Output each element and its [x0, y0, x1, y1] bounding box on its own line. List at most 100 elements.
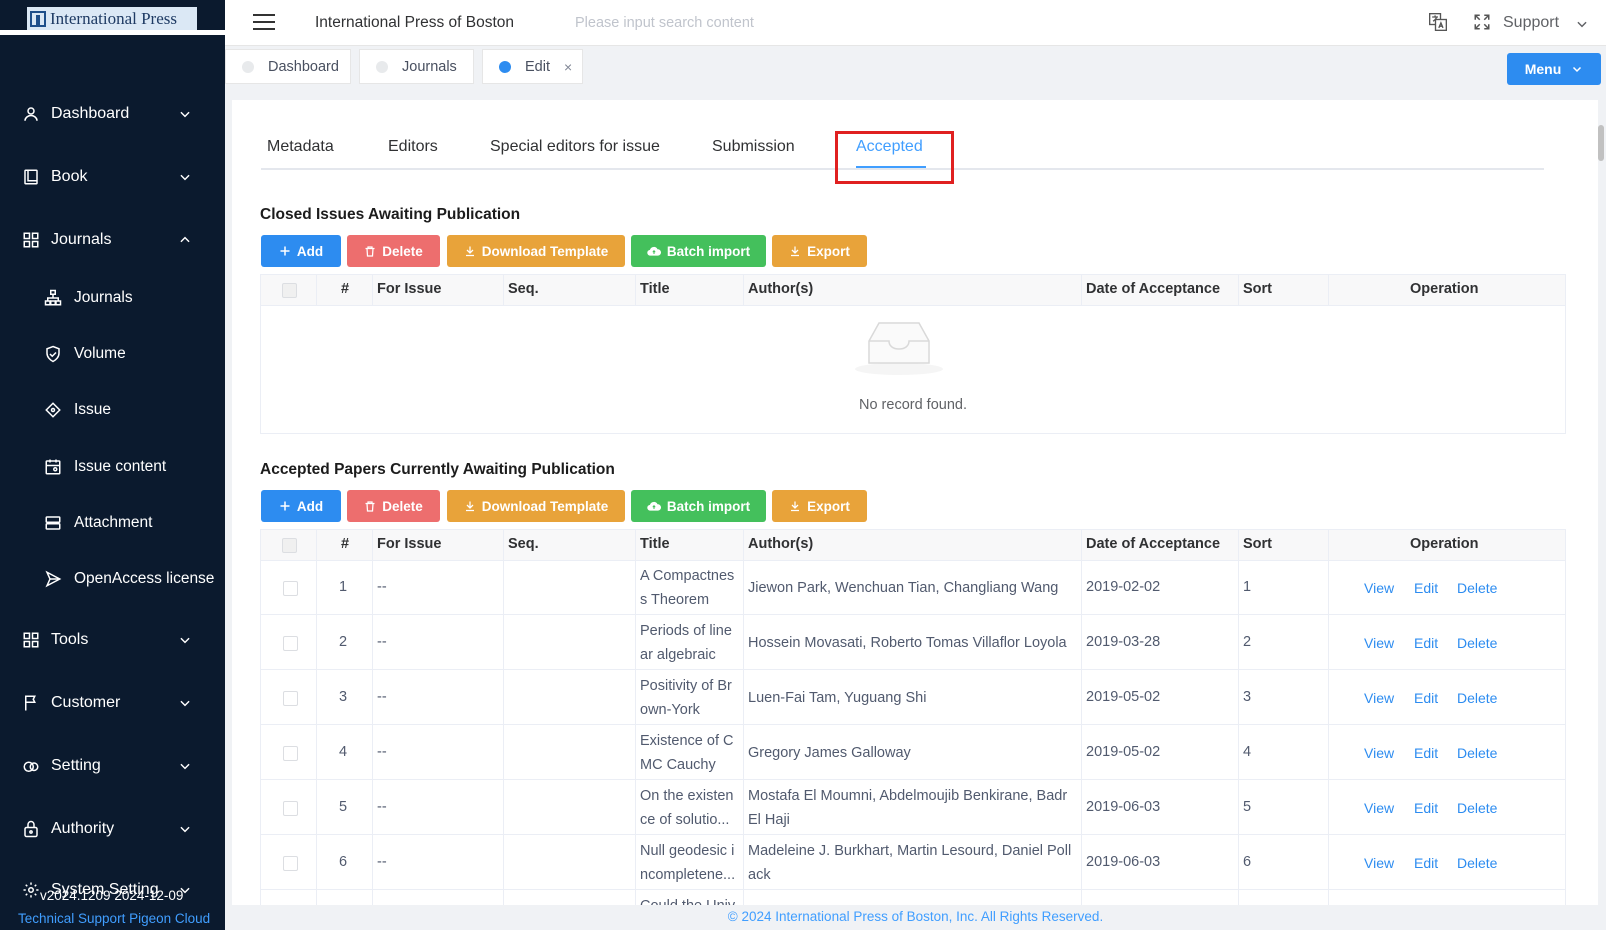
sidebar-item-journals[interactable]: Journals: [0, 220, 225, 260]
row-checkbox[interactable]: [283, 801, 298, 816]
chevron-down-icon[interactable]: [1575, 17, 1589, 31]
cell-for-issue: --: [377, 579, 387, 595]
tag-dashboard[interactable]: Dashboard: [225, 49, 351, 84]
support-dropdown[interactable]: Support: [1503, 14, 1559, 32]
delete-link[interactable]: Delete: [1457, 800, 1497, 816]
export-button[interactable]: Export: [772, 490, 867, 522]
sidebar-item-label: Dashboard: [51, 105, 130, 122]
cell-sort: 4: [1243, 744, 1252, 760]
sidebar-subitem-label: OpenAccess license: [74, 570, 215, 587]
delete-link[interactable]: Delete: [1457, 745, 1497, 761]
export-label: Export: [807, 498, 850, 514]
edit-link[interactable]: Edit: [1414, 580, 1438, 596]
sidebar-subitem-label: Issue content: [74, 458, 167, 475]
download-template-button[interactable]: Download Template: [447, 235, 625, 267]
cell-authors-text: Gregory James Galloway: [748, 745, 911, 761]
sidebar-subitem-attachment[interactable]: Attachment: [0, 503, 225, 543]
tech-support-link[interactable]: Technical Support Pigeon Cloud: [18, 911, 210, 926]
batch-import-label: Batch import: [666, 243, 751, 259]
column-divider: [1081, 275, 1082, 306]
view-link[interactable]: View: [1364, 690, 1394, 706]
top-header: International Press of Boston Support: [225, 0, 1606, 46]
view-link[interactable]: View: [1364, 580, 1394, 596]
edit-link[interactable]: Edit: [1414, 800, 1438, 816]
row-checkbox[interactable]: [283, 856, 298, 871]
cell-date: 2019-06-03: [1086, 799, 1161, 815]
menu-button-label: Menu: [1524, 61, 1562, 77]
sidebar-subitem-issue-content[interactable]: Issue content: [0, 447, 225, 487]
delete-link[interactable]: Delete: [1457, 690, 1497, 706]
sidebar-subitem-issue[interactable]: Issue: [0, 390, 225, 430]
row-checkbox[interactable]: [283, 691, 298, 706]
row-checkbox[interactable]: [283, 636, 298, 651]
sidebar-item-dashboard[interactable]: Dashboard: [0, 94, 225, 134]
sidebar-item-book[interactable]: Book: [0, 157, 225, 197]
edit-link[interactable]: Edit: [1414, 855, 1438, 871]
download-template-button[interactable]: Download Template: [447, 490, 625, 522]
view-link[interactable]: View: [1364, 745, 1394, 761]
add-button[interactable]: Add: [261, 490, 341, 522]
view-link[interactable]: View: [1364, 800, 1394, 816]
tags-bar: Dashboard Journals Edit × Menu: [225, 46, 1606, 91]
tag-edit[interactable]: Edit ×: [482, 49, 583, 84]
select-all-checkbox[interactable]: [282, 538, 297, 553]
sidebar-subitem-volume[interactable]: Volume: [0, 334, 225, 374]
cell-authors: Gregory James Galloway: [748, 729, 1074, 777]
row-checkbox[interactable]: [283, 581, 298, 596]
tag-dot-icon: [376, 60, 388, 73]
column-header-authors: Author(s): [748, 281, 814, 297]
table-row: 3 -- Positivity of Br own-York ma... Luen-F…: [261, 671, 1565, 725]
column-divider: [1081, 530, 1082, 905]
column-divider: [635, 530, 636, 905]
tag-journals[interactable]: Journals: [359, 49, 474, 84]
sidebar-item-setting[interactable]: Setting: [0, 746, 225, 786]
menu-button[interactable]: Menu: [1507, 53, 1601, 85]
fullscreen-icon[interactable]: [1473, 13, 1491, 31]
scrollbar-thumb[interactable]: [1598, 125, 1604, 161]
batch-import-button[interactable]: Batch import: [631, 490, 766, 522]
sidebar-subitem-journals[interactable]: Journals: [0, 278, 225, 318]
batch-import-button[interactable]: Batch import: [631, 235, 766, 267]
hamburger-menu-icon[interactable]: [253, 14, 275, 31]
tab-submission[interactable]: Submission: [712, 138, 795, 156]
search-input[interactable]: [575, 12, 975, 34]
cell-title: On the existen ce of solutio...: [640, 788, 734, 828]
tab-special-editors[interactable]: Special editors for issue: [490, 138, 660, 156]
logo[interactable]: International Press: [27, 7, 197, 30]
chevron-down-icon: [180, 174, 190, 181]
section-title-accepted-papers: Accepted Papers Currently Awaiting Publi…: [260, 461, 615, 478]
cell-authors: Jiewon Park, Wenchuan Tian, Changliang W…: [748, 564, 1074, 612]
edit-link[interactable]: Edit: [1414, 745, 1438, 761]
select-all-checkbox[interactable]: [282, 283, 297, 298]
cell-sort: 5: [1243, 799, 1252, 815]
sidebar-item-customer[interactable]: Customer: [0, 683, 225, 723]
sidebar-subitem-openaccess-license[interactable]: OpenAccess license: [0, 559, 225, 599]
column-divider: [1238, 275, 1239, 306]
table-row: 6 -- Null geodesic i ncompletene... Madelei…: [261, 836, 1565, 890]
column-header-title: Title: [640, 281, 670, 297]
footer: © 2024 International Press of Boston, In…: [225, 905, 1606, 930]
cell-authors: Madeleine J. Burkhart, Martin Lesourd, D…: [748, 839, 1074, 887]
flag-icon: [25, 695, 36, 711]
column-header-operation: Operation: [1410, 536, 1479, 552]
edit-link[interactable]: Edit: [1414, 635, 1438, 651]
sidebar-item-authority[interactable]: Authority: [0, 809, 225, 849]
close-icon[interactable]: ×: [564, 59, 572, 75]
view-link[interactable]: View: [1364, 855, 1394, 871]
sidebar-item-tools[interactable]: Tools: [0, 620, 225, 660]
delete-button[interactable]: Delete: [347, 235, 440, 267]
delete-button[interactable]: Delete: [347, 490, 440, 522]
add-button[interactable]: Add: [261, 235, 341, 267]
delete-link[interactable]: Delete: [1457, 635, 1497, 651]
edit-link[interactable]: Edit: [1414, 690, 1438, 706]
tab-metadata[interactable]: Metadata: [267, 138, 334, 156]
export-button[interactable]: Export: [772, 235, 867, 267]
translate-icon[interactable]: [1428, 12, 1448, 32]
delete-link[interactable]: Delete: [1457, 855, 1497, 871]
sidebar-item-label: Setting: [51, 757, 101, 774]
cell-num: 6: [339, 854, 348, 870]
row-checkbox[interactable]: [283, 746, 298, 761]
tab-editors[interactable]: Editors: [388, 138, 438, 156]
view-link[interactable]: View: [1364, 635, 1394, 651]
delete-link[interactable]: Delete: [1457, 580, 1497, 596]
